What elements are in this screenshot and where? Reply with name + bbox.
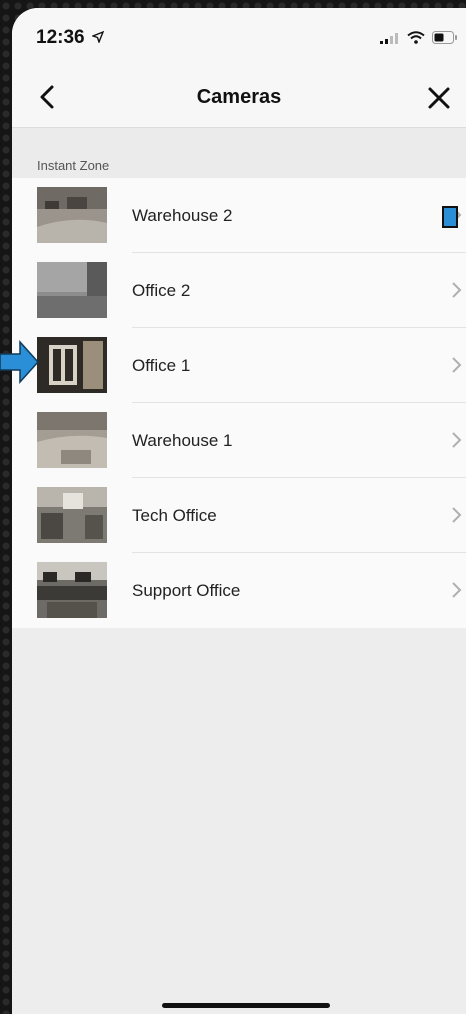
- chevron-right-icon: [450, 581, 462, 604]
- home-indicator[interactable]: [162, 1003, 330, 1008]
- highlight-marker: [442, 206, 458, 228]
- close-icon[interactable]: [424, 83, 454, 113]
- camera-list: Warehouse 2 Office 2 Office 1 Warehouse …: [12, 178, 466, 628]
- camera-name: Warehouse 2: [132, 206, 233, 225]
- camera-row-office-1[interactable]: Office 1: [12, 328, 466, 403]
- status-time: 12:36: [36, 27, 85, 48]
- chevron-right-icon: [450, 431, 462, 454]
- camera-name: Office 2: [132, 281, 191, 300]
- camera-name: Warehouse 1: [132, 431, 233, 450]
- camera-row-tech-office[interactable]: Tech Office: [12, 478, 466, 553]
- section-label: Instant Zone: [37, 158, 110, 173]
- camera-thumbnail: [37, 487, 107, 543]
- pointer-arrow-icon: [0, 340, 40, 389]
- status-icons: [380, 31, 458, 49]
- page-title: Cameras: [196, 86, 282, 108]
- camera-row-warehouse-2[interactable]: Warehouse 2: [12, 178, 466, 253]
- section-header: Instant Zone: [12, 128, 466, 178]
- location-arrow-icon: [90, 30, 105, 48]
- camera-thumbnail: [37, 262, 107, 318]
- chevron-right-icon: [450, 356, 462, 379]
- camera-name: Office 1: [132, 356, 191, 375]
- phone-screen: 12:36 Cameras Instant Zone Warehouse 2 O…: [12, 8, 466, 1014]
- battery-icon: [432, 31, 458, 49]
- camera-thumbnail: [37, 412, 107, 468]
- signal-icon: [380, 31, 400, 49]
- camera-name: Support Office: [132, 581, 241, 600]
- camera-thumbnail: [37, 562, 107, 618]
- camera-row-warehouse-1[interactable]: Warehouse 1: [12, 403, 466, 478]
- camera-row-support-office[interactable]: Support Office: [12, 553, 466, 628]
- camera-name: Tech Office: [132, 506, 217, 525]
- status-bar: 12:36: [12, 8, 466, 66]
- wifi-icon: [407, 31, 425, 49]
- camera-thumbnail: [37, 337, 107, 393]
- navigation-bar: Cameras: [12, 66, 466, 128]
- camera-row-office-2[interactable]: Office 2: [12, 253, 466, 328]
- chevron-right-icon: [450, 281, 462, 304]
- chevron-right-icon: [450, 506, 462, 529]
- camera-thumbnail: [37, 187, 107, 243]
